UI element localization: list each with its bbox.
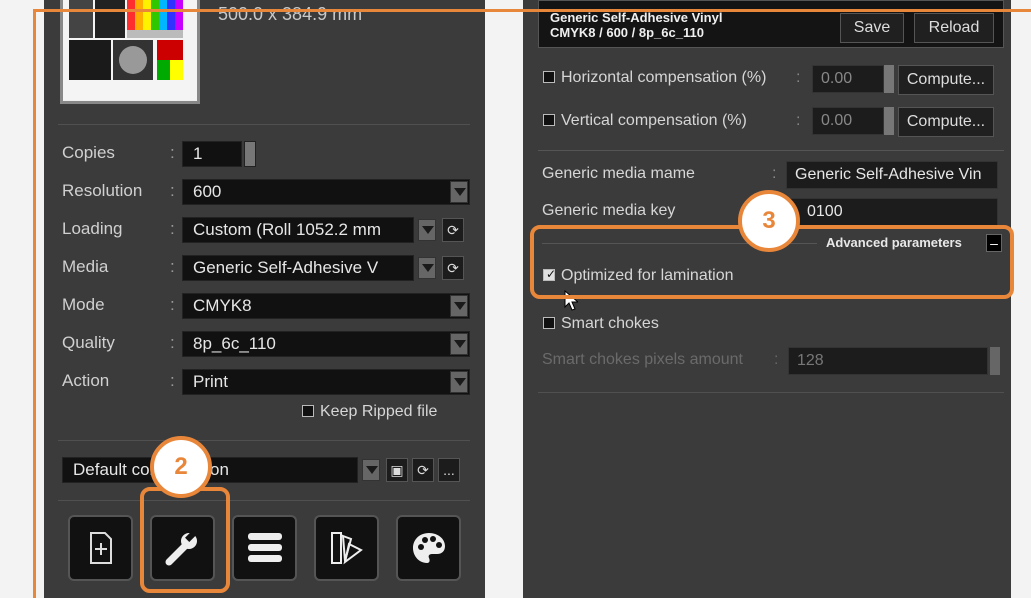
annotation-frame-left [33, 9, 36, 598]
copies-stepper[interactable] [244, 141, 256, 167]
annotation-frame-top [33, 9, 1031, 12]
loading-select[interactable]: Custom (Roll 1052.2 mm [182, 217, 414, 243]
loading-dropdown-icon[interactable] [418, 219, 436, 241]
colon: : [774, 351, 779, 368]
media-name-label: Generic media mame [542, 165, 695, 182]
colon: : [170, 333, 175, 352]
refresh-config-icon[interactable]: ⟳ [412, 458, 434, 482]
colon: : [170, 257, 175, 276]
colon: : [772, 165, 777, 182]
horizontal-compensation-checkbox[interactable]: Horizontal compensation (%) [543, 69, 766, 87]
smart-chokes-checkbox[interactable]: Smart chokes [543, 315, 659, 333]
colon: : [170, 371, 175, 390]
save-config-icon[interactable]: ▣ [386, 458, 408, 482]
color-swatch-icon [330, 532, 363, 565]
loading-label: Loading [62, 219, 123, 238]
colon: : [170, 181, 175, 200]
keep-ripped-label: Keep Ripped file [320, 403, 438, 420]
smart-chokes-label: Smart chokes [561, 315, 659, 332]
copies-label: Copies [62, 143, 115, 162]
mode-dropdown-icon[interactable] [450, 295, 468, 317]
resolution-label: Resolution [62, 181, 143, 200]
quality-dropdown-icon[interactable] [450, 333, 468, 355]
separator [538, 150, 1004, 151]
action-label: Action [62, 371, 110, 390]
separator [58, 500, 470, 501]
action-dropdown-icon[interactable] [450, 371, 468, 393]
thumbnail-image [63, 0, 197, 100]
media-key-label: Generic media key [542, 202, 676, 219]
palette-icon [412, 533, 445, 563]
vertical-compensation-label: Vertical compensation (%) [561, 112, 747, 129]
screen: 500.0 x 384.9 mm Copies : 1 Resolution :… [0, 0, 1031, 598]
save-button[interactable]: Save [840, 13, 904, 43]
step-badge-2: 2 [150, 436, 212, 498]
mode-select[interactable]: CMYK8 [182, 293, 470, 319]
checkbox-icon[interactable] [302, 405, 314, 417]
palette-button[interactable] [396, 515, 461, 581]
action-select[interactable]: Print [182, 369, 470, 395]
copies-input[interactable]: 1 [182, 141, 242, 167]
configuration-dropdown-icon[interactable] [362, 459, 380, 481]
quality-label: Quality [62, 333, 115, 352]
horizontal-compute-button[interactable]: Compute... [898, 65, 994, 95]
reload-button[interactable]: Reload [914, 13, 994, 43]
keep-ripped-checkbox[interactable]: Keep Ripped file [302, 403, 437, 421]
vertical-compensation-input[interactable]: 0.00 [812, 107, 884, 135]
swatch-button[interactable] [314, 515, 379, 581]
checkbox-icon[interactable] [543, 114, 555, 126]
media-thumbnail [60, 0, 200, 104]
media-key-input[interactable]: 0100 [786, 198, 998, 226]
media-select[interactable]: Generic Self-Adhesive V [182, 255, 414, 281]
list-icon [247, 533, 282, 562]
vertical-stepper[interactable] [884, 107, 894, 135]
colon: : [796, 112, 801, 129]
colon: : [170, 143, 175, 162]
document-move-icon [89, 532, 112, 564]
more-config-button[interactable]: ... [438, 458, 460, 482]
horizontal-stepper[interactable] [884, 65, 894, 93]
vertical-compensation-checkbox[interactable]: Vertical compensation (%) [543, 112, 747, 130]
resolution-select[interactable]: 600 [182, 179, 470, 205]
vertical-compute-button[interactable]: Compute... [898, 107, 994, 137]
checkbox-icon[interactable] [543, 317, 555, 329]
media-name-input[interactable]: Generic Self-Adhesive Vin [786, 161, 998, 189]
quality-select[interactable]: 8p_6c_110 [182, 331, 470, 357]
mode-label: Mode [62, 295, 105, 314]
media-label: Media [62, 257, 109, 276]
media-refresh-icon[interactable]: ⟳ [442, 256, 464, 280]
highlight-settings [140, 487, 230, 593]
smart-chokes-pixels-label: Smart chokes pixels amount [542, 351, 743, 368]
header-subtitle: CMYK8 / 600 / 8p_6c_110 [550, 25, 704, 40]
list-button[interactable] [232, 515, 297, 581]
separator [58, 124, 470, 125]
header-title: Generic Self-Adhesive Vinyl [550, 10, 723, 25]
loading-refresh-icon[interactable]: ⟳ [442, 218, 464, 242]
horizontal-compensation-input[interactable]: 0.00 [812, 65, 884, 93]
checkbox-icon[interactable] [543, 71, 555, 83]
panel-divider [538, 392, 1004, 393]
separator [58, 440, 470, 441]
step-badge-3: 3 [738, 190, 800, 252]
media-size-text: 500.0 x 384.9 mm [218, 4, 363, 24]
colon: : [170, 219, 175, 238]
smart-chokes-pixels-input[interactable]: 128 [788, 347, 988, 375]
media-dropdown-icon[interactable] [418, 257, 436, 279]
colon: : [796, 69, 801, 86]
colon: : [170, 295, 175, 314]
document-move-button[interactable] [68, 515, 133, 581]
horizontal-compensation-label: Horizontal compensation (%) [561, 69, 767, 86]
smart-chokes-stepper[interactable] [990, 347, 1000, 375]
resolution-dropdown-icon[interactable] [450, 181, 468, 203]
